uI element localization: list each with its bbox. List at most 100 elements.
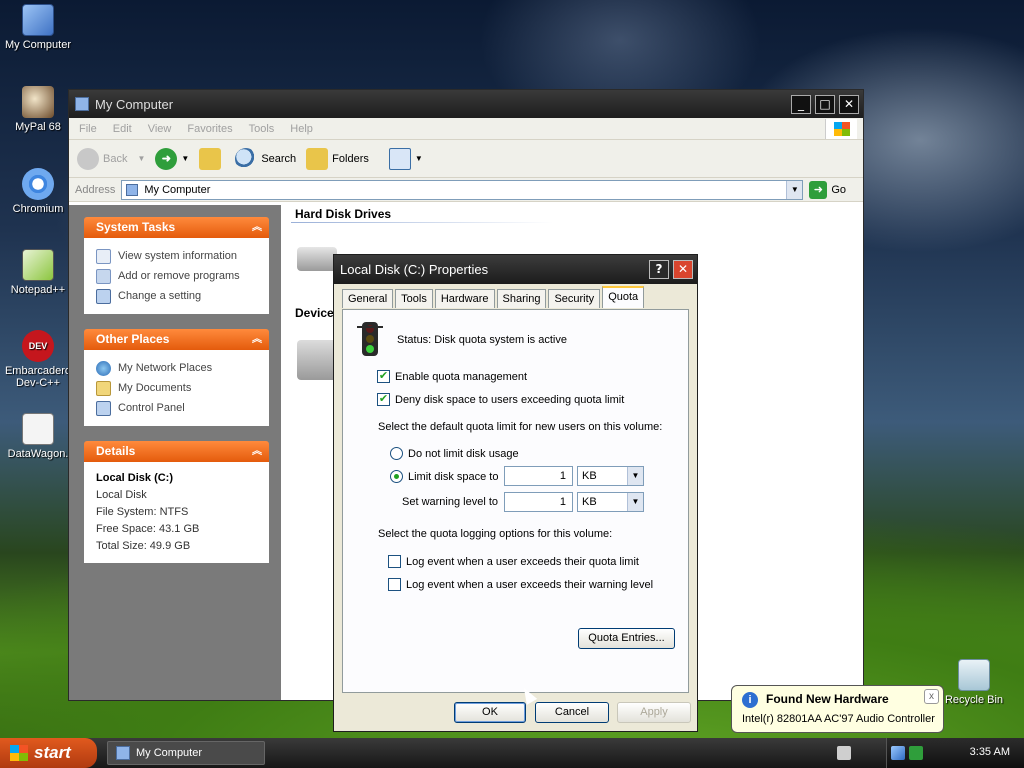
panel-header[interactable]: Details ︽	[84, 441, 269, 462]
network-places-icon	[96, 360, 111, 376]
limit-unit-select[interactable]: KB ▼	[577, 466, 644, 486]
mypal-icon	[22, 86, 54, 118]
desktop-icon-datawagon[interactable]: DataWagon.	[0, 413, 78, 460]
ok-button[interactable]: OK	[454, 702, 526, 723]
tab-hardware[interactable]: Hardware	[434, 289, 495, 308]
place-control-panel[interactable]: Control Panel	[96, 398, 259, 418]
place-my-documents[interactable]: My Documents	[96, 378, 259, 398]
tab-quota[interactable]: Quota	[602, 286, 645, 308]
menu-tools[interactable]: Tools	[249, 123, 275, 135]
system-tasks-panel: System Tasks ︽ View system information A…	[84, 217, 269, 314]
apply-button[interactable]: Apply	[617, 702, 691, 723]
chevron-down-icon[interactable]: ▼	[786, 180, 803, 199]
chevron-up-icon[interactable]: ︽	[252, 441, 262, 462]
keyboard-icon[interactable]	[837, 746, 851, 760]
hardware-icon[interactable]	[909, 746, 923, 760]
found-hardware-balloon[interactable]: i Found New Hardware Intel(r) 82801AA AC…	[731, 685, 944, 733]
warning-unit-select[interactable]: KB ▼	[577, 492, 644, 512]
checkbox[interactable]	[388, 578, 401, 591]
address-input[interactable]: My Computer ▼	[121, 179, 804, 200]
panel-header[interactable]: System Tasks ︽	[84, 217, 269, 238]
removable-drive-icon[interactable]	[297, 340, 337, 380]
tab-sharing[interactable]: Sharing	[496, 289, 547, 308]
enable-quota-checkbox[interactable]: ✔ Enable quota management	[377, 370, 527, 383]
documents-folder-icon	[96, 380, 111, 396]
task-add-remove-programs[interactable]: Add or remove programs	[96, 266, 259, 286]
deny-space-checkbox[interactable]: ✔ Deny disk space to users exceeding quo…	[377, 393, 624, 406]
limit-value-input[interactable]: 1	[504, 466, 573, 486]
place-my-network-places[interactable]: My Network Places	[96, 358, 259, 378]
desktop-icon-devcpp[interactable]: DEV Embarcadero Dev-C++	[0, 330, 78, 389]
back-button[interactable]: Back ▼	[77, 147, 145, 170]
checkbox[interactable]: ✔	[377, 370, 390, 383]
task-change-setting[interactable]: Change a setting	[96, 286, 259, 306]
views-button[interactable]: ▼	[388, 147, 423, 170]
desktop-icon-label: Notepad++	[10, 284, 66, 296]
clock[interactable]: 3:35 AM	[970, 746, 1010, 758]
desktop-icon-chromium[interactable]: Chromium	[0, 168, 78, 215]
dialog-close-button[interactable]: ✕	[673, 260, 693, 279]
checkbox[interactable]	[388, 555, 401, 568]
traffic-light-icon	[357, 322, 383, 356]
cancel-button[interactable]: Cancel	[535, 702, 609, 723]
menu-favorites[interactable]: Favorites	[187, 123, 232, 135]
details-panel: Details ︽ Local Disk (C:) Local Disk Fil…	[84, 441, 269, 563]
search-button[interactable]: Search	[235, 147, 296, 170]
notepad-plus-plus-icon	[22, 249, 54, 281]
folders-button[interactable]: Folders	[306, 147, 369, 170]
hard-disk-icon[interactable]	[297, 247, 337, 271]
desktop-icon-notepadpp[interactable]: Notepad++	[0, 249, 78, 296]
my-computer-icon	[116, 746, 130, 760]
forward-button[interactable]: ➜ ▼	[155, 147, 189, 170]
task-view-system-info[interactable]: View system information	[96, 246, 259, 266]
warning-value-input[interactable]: 1	[504, 492, 573, 512]
tab-tools[interactable]: Tools	[395, 289, 433, 308]
group-devices: Device	[295, 306, 334, 320]
chevron-down-icon[interactable]: ▼	[627, 493, 643, 511]
desktop-icon-mypal[interactable]: MyPal 68	[0, 86, 78, 133]
help-button[interactable]: ?	[649, 260, 669, 279]
log-warning-checkbox[interactable]: Log event when a user exceeds their warn…	[388, 578, 653, 591]
balloon-title: Found New Hardware	[766, 692, 889, 706]
network-icon[interactable]	[891, 746, 905, 760]
chevron-up-icon[interactable]: ︽	[252, 329, 262, 350]
radio[interactable]	[390, 447, 403, 460]
quota-entries-button[interactable]: Quota Entries...	[578, 628, 675, 649]
window-title: My Computer	[95, 96, 174, 112]
menu-help[interactable]: Help	[290, 123, 313, 135]
minimize-button[interactable]: _	[791, 95, 811, 114]
menu-file[interactable]: File	[79, 123, 97, 135]
start-button[interactable]: start	[0, 738, 97, 768]
tab-general[interactable]: General	[342, 289, 394, 308]
desktop-icon-recycle-bin[interactable]: Recycle Bin	[934, 659, 1014, 706]
properties-dialog: Local Disk (C:) Properties ? ✕ General T…	[333, 254, 698, 732]
radio[interactable]	[390, 470, 403, 483]
no-limit-radio[interactable]: Do not limit disk usage	[390, 447, 519, 460]
menu-edit[interactable]: Edit	[113, 123, 132, 135]
explorer-titlebar[interactable]: My Computer	[69, 90, 863, 118]
taskbar-item-my-computer[interactable]: My Computer	[107, 741, 265, 765]
desktop-icon-my-computer[interactable]: My Computer	[0, 4, 78, 51]
system-tray: 3:35 AM	[837, 738, 1024, 768]
menu-view[interactable]: View	[148, 123, 172, 135]
logging-caption: Select the quota logging options for thi…	[378, 528, 613, 540]
checkbox[interactable]: ✔	[377, 393, 390, 406]
dialog-title: Local Disk (C:) Properties	[340, 262, 489, 277]
tab-strip: General Tools Hardware Sharing Security …	[342, 286, 646, 308]
log-limit-checkbox[interactable]: Log event when a user exceeds their quot…	[388, 555, 639, 568]
chevron-up-icon[interactable]: ︽	[252, 217, 262, 238]
limit-radio[interactable]: Limit disk space to	[390, 470, 498, 483]
balloon-close-icon[interactable]: x	[924, 689, 939, 704]
tab-security[interactable]: Security	[548, 289, 601, 308]
desktop-icon-label: My Computer	[4, 39, 72, 51]
panel-header[interactable]: Other Places ︽	[84, 329, 269, 350]
up-folder-button[interactable]	[199, 147, 225, 170]
windows-flag-icon	[10, 745, 28, 761]
go-button[interactable]: ➜ Go	[809, 180, 846, 199]
dialog-titlebar[interactable]: Local Disk (C:) Properties	[334, 255, 697, 284]
chevron-down-icon[interactable]: ▼	[627, 467, 643, 485]
group-hard-disk-drives: Hard Disk Drives	[295, 207, 392, 221]
add-remove-icon	[96, 268, 111, 284]
maximize-button[interactable]: □	[815, 95, 835, 114]
close-button[interactable]: ✕	[839, 95, 859, 114]
